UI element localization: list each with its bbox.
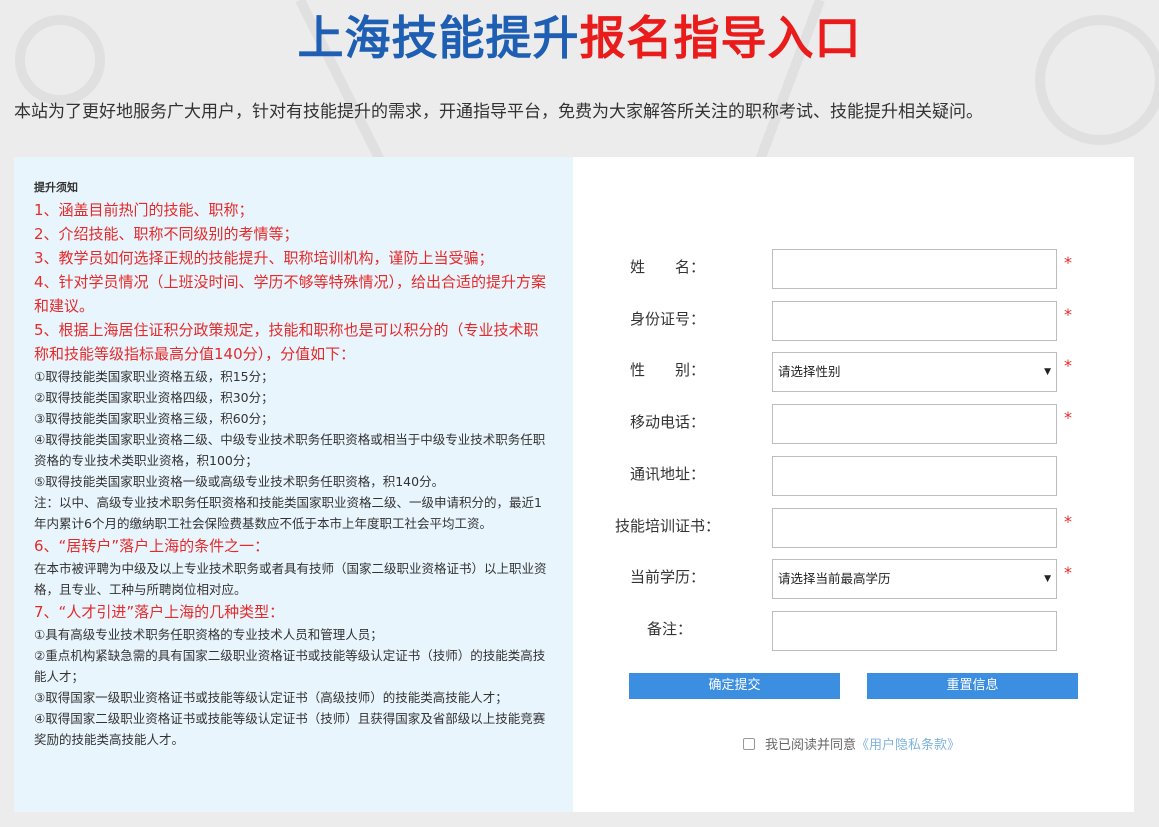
note-item: ④取得技能类国家职业资格二级、中级专业技术职务任职资格或相当于中级专业技术职务任… bbox=[34, 432, 546, 468]
submit-button[interactable]: 确定提交 bbox=[629, 673, 840, 699]
phone-input[interactable] bbox=[772, 404, 1057, 444]
certificate-required-mark: * bbox=[1064, 512, 1072, 531]
notes-panel: 提升须知 1、涵盖目前热门的技能、职称； 2、介绍技能、职称不同级别的考情等； 3、… bbox=[14, 157, 573, 812]
education-label: 当前学历： bbox=[630, 568, 706, 586]
note-item: ①具有高级专业技术职务任职资格的专业技术人员和管理人员； bbox=[34, 627, 383, 642]
gender-select-value: 请选择性别 bbox=[778, 364, 841, 379]
note-item: 5、根据上海居住证积分政策规定，技能和职称也是可以积分的（专业技术职称和技能等级… bbox=[34, 321, 539, 363]
note-item: ③取得技能类国家职业资格三级，积60分； bbox=[34, 411, 274, 426]
note-item: 2、介绍技能、职称不同级别的考情等； bbox=[34, 225, 299, 243]
intro-text: 本站为了更好地服务广大用户，针对有技能提升的需求，开通指导平台，免费为大家解答所… bbox=[14, 102, 983, 122]
remark-input[interactable] bbox=[772, 611, 1057, 651]
note-item: ④取得国家二级职业资格证书或技能等级认定证书（技师）且获得国家及省部级以上技能竞… bbox=[34, 711, 546, 747]
education-select[interactable]: 请选择当前最高学历 ▼ bbox=[772, 559, 1057, 599]
notes-list: 1、涵盖目前热门的技能、职称； 2、介绍技能、职称不同级别的考情等； 3、教学员如何… bbox=[34, 198, 553, 750]
phone-required-mark: * bbox=[1064, 408, 1072, 427]
note-item: ②重点机构紧缺急需的具有国家二级职业资格证书或技能等级认定证书（技师）的技能类高… bbox=[34, 648, 546, 684]
agree-text: 我已阅读并同意 bbox=[765, 738, 857, 753]
signup-form: 姓 名： * 身份证号： * 性 别： 请选择性别 ▼ * 移动电话： * 通讯… bbox=[573, 157, 1134, 812]
gender-select[interactable]: 请选择性别 ▼ bbox=[772, 352, 1057, 392]
note-item: 1、涵盖目前热门的技能、职称； bbox=[34, 201, 254, 219]
chevron-down-icon: ▼ bbox=[1044, 574, 1051, 584]
address-input[interactable] bbox=[772, 456, 1057, 496]
id-number-required-mark: * bbox=[1064, 305, 1072, 324]
chevron-down-icon: ▼ bbox=[1044, 367, 1051, 377]
gender-required-mark: * bbox=[1064, 356, 1072, 375]
agreement-row: 我已阅读并同意《用户隐私条款》 bbox=[743, 734, 960, 753]
address-label: 通讯地址： bbox=[630, 465, 706, 483]
note-item: 3、教学员如何选择正规的技能提升、职称培训机构，谨防上当受骗； bbox=[34, 249, 494, 267]
gender-label: 性 别： bbox=[630, 361, 706, 379]
name-input[interactable] bbox=[772, 249, 1057, 289]
education-required-mark: * bbox=[1064, 563, 1072, 582]
education-select-value: 请选择当前最高学历 bbox=[778, 571, 891, 586]
certificate-label: 技能培训证书： bbox=[615, 517, 721, 535]
note-item: 6、“居转户”落户上海的条件之一： bbox=[34, 537, 270, 555]
id-number-input[interactable] bbox=[772, 301, 1057, 341]
note-item: 4、针对学员情况（上班没时间、学历不够等特殊情况），给出合适的提升方案和建议。 bbox=[34, 273, 547, 315]
notes-heading: 提升须知 bbox=[34, 181, 78, 194]
privacy-policy-link[interactable]: 《用户隐私条款》 bbox=[856, 738, 960, 753]
note-item: 7、“人才引进”落户上海的几种类型： bbox=[34, 603, 285, 621]
note-item: ③取得国家一级职业资格证书或技能等级认定证书（高级技师）的技能类高技能人才； bbox=[34, 690, 508, 705]
remark-label: 备注： bbox=[647, 620, 693, 638]
note-item: 注：以中、高级专业技术职务任职资格和技能类国家职业资格二级、一级申请积分的，最近… bbox=[34, 495, 542, 531]
phone-label: 移动电话： bbox=[630, 413, 706, 431]
reset-button[interactable]: 重置信息 bbox=[867, 673, 1078, 699]
note-item: ①取得技能类国家职业资格五级，积15分； bbox=[34, 369, 274, 384]
page-title-blue: 上海技能提升 bbox=[297, 11, 580, 65]
page-title-red: 报名指导入口 bbox=[579, 11, 862, 65]
note-item: ②取得技能类国家职业资格四级，积30分； bbox=[34, 390, 274, 405]
certificate-input[interactable] bbox=[772, 508, 1057, 548]
name-required-mark: * bbox=[1064, 253, 1072, 272]
note-item: ⑤取得技能类国家职业资格一级或高级专业技术职务任职资格，积140分。 bbox=[34, 474, 445, 489]
id-number-label: 身份证号： bbox=[630, 310, 706, 328]
name-label: 姓 名： bbox=[630, 258, 706, 276]
page-title: 上海技能提升报名指导入口 bbox=[0, 10, 1159, 66]
note-item: 在本市被评聘为中级及以上专业技术职务或者具有技师（国家二级职业资格证书）以上职业… bbox=[34, 561, 547, 597]
agree-checkbox[interactable] bbox=[743, 738, 755, 750]
